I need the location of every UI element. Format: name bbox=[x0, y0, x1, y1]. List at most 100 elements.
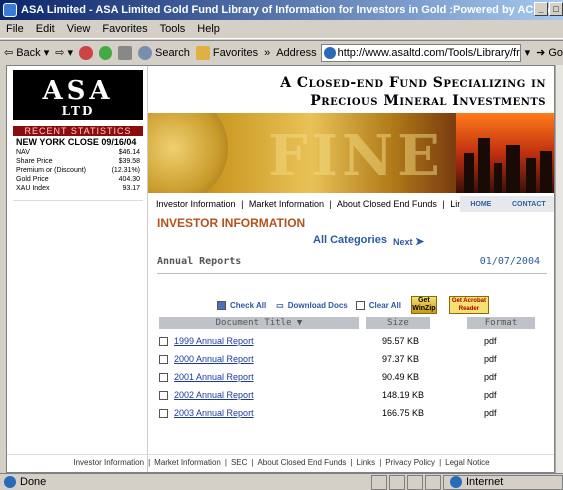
section-title: INVESTOR INFORMATION bbox=[157, 216, 306, 230]
stop-icon[interactable] bbox=[78, 45, 93, 60]
statusbar: Done Internet bbox=[0, 473, 563, 490]
row-checkbox[interactable] bbox=[159, 336, 168, 346]
dropdown-icon: ▾ bbox=[67, 47, 73, 59]
address-dropdown-icon[interactable]: ▾ bbox=[525, 46, 531, 59]
footer-privacy-policy[interactable]: Privacy Policy bbox=[385, 458, 435, 467]
status-cell bbox=[425, 474, 441, 490]
document-format: pdf bbox=[484, 354, 497, 364]
document-link[interactable]: 2003 Annual Report bbox=[174, 408, 364, 418]
document-size: 90.49 KB bbox=[382, 372, 420, 382]
stat-row: NAV $46.14 bbox=[16, 149, 140, 156]
document-size: 95.57 KB bbox=[382, 336, 420, 346]
search-button[interactable]: Search bbox=[137, 45, 190, 60]
gold-banner-image: FINE bbox=[148, 113, 554, 193]
clear-all-button[interactable]: Clear All bbox=[369, 301, 401, 310]
page-viewport: ASA LTD RECENT STATISTICS NEW YORK CLOSE… bbox=[6, 65, 555, 473]
forward-button[interactable]: ⇨ ▾ bbox=[55, 46, 73, 59]
status-cell bbox=[407, 474, 423, 490]
menu-file[interactable]: File bbox=[6, 23, 24, 35]
status-cell bbox=[389, 474, 405, 490]
download-icon: ▭ bbox=[276, 300, 284, 310]
document-size: 97.37 KB bbox=[382, 354, 420, 364]
nav-market-information[interactable]: Market Information bbox=[249, 199, 324, 209]
page-icon bbox=[323, 46, 336, 59]
city-skyline-image bbox=[456, 113, 554, 193]
document-link[interactable]: 1999 Annual Report bbox=[174, 336, 364, 346]
go-button[interactable]: ➜ Go bbox=[536, 46, 563, 60]
minimize-button[interactable]: _ bbox=[534, 2, 548, 16]
address-bar[interactable]: http://www.asaltd.com/Tools/Library/fron… bbox=[320, 43, 521, 62]
row-checkbox[interactable] bbox=[159, 390, 168, 400]
maximize-button[interactable]: □ bbox=[549, 2, 563, 16]
document-format: pdf bbox=[484, 336, 497, 346]
gold-coin-image bbox=[148, 113, 228, 193]
row-checkbox[interactable] bbox=[159, 372, 168, 382]
document-size: 148.19 KB bbox=[382, 390, 425, 400]
window-titlebar: ASA Limited - ASA Limited Gold Fund Libr… bbox=[0, 0, 563, 20]
internet-zone-icon bbox=[450, 476, 462, 488]
table-row: 2001 Annual Report 90.49 KB pdf bbox=[159, 370, 497, 384]
footer-investor-information[interactable]: Investor Information bbox=[73, 458, 144, 467]
security-zone: Internet bbox=[443, 474, 563, 490]
document-format: pdf bbox=[484, 372, 497, 382]
footer-about-closed-end-funds[interactable]: About Closed End Funds bbox=[257, 458, 346, 467]
document-link[interactable]: 2000 Annual Report bbox=[174, 354, 364, 364]
column-header-title[interactable]: Document Title ▼ bbox=[159, 317, 359, 329]
download-docs-button[interactable]: Download Docs bbox=[288, 301, 348, 310]
document-tools: Check All ▭ Download Docs Clear All Get … bbox=[217, 296, 489, 314]
table-row: 1999 Annual Report 95.57 KB pdf bbox=[159, 334, 497, 348]
check-all-button[interactable]: Check All bbox=[230, 301, 266, 310]
hero: A Closed-end Fund Specializing in Precio… bbox=[148, 66, 554, 194]
vertical-scrollbar[interactable] bbox=[555, 65, 563, 473]
document-link[interactable]: 2002 Annual Report bbox=[174, 390, 364, 400]
address-label: Address bbox=[276, 46, 317, 59]
stats-title: NEW YORK CLOSE 09/16/04 bbox=[16, 137, 137, 147]
menu-view[interactable]: View bbox=[67, 23, 91, 35]
left-column: ASA LTD RECENT STATISTICS NEW YORK CLOSE… bbox=[7, 66, 148, 472]
menu-tools[interactable]: Tools bbox=[160, 23, 186, 35]
status-cell bbox=[371, 474, 387, 490]
toolbar: ⇦ Back ▾ ⇨ ▾ Search Favorites » Address h… bbox=[0, 40, 563, 64]
footer-legal-notice[interactable]: Legal Notice bbox=[445, 458, 489, 467]
ie-icon bbox=[3, 3, 17, 17]
category-date: 01/07/2004 bbox=[479, 256, 540, 267]
chevron-icon[interactable]: » bbox=[264, 47, 270, 59]
table-row: 2002 Annual Report 148.19 KB pdf bbox=[159, 388, 497, 402]
favorites-button[interactable]: Favorites bbox=[195, 45, 258, 60]
document-format: pdf bbox=[484, 408, 497, 418]
check-all-icon bbox=[217, 300, 226, 310]
column-header-format[interactable]: Format bbox=[467, 317, 535, 329]
document-size: 166.75 KB bbox=[382, 408, 425, 418]
menu-edit[interactable]: Edit bbox=[36, 23, 55, 35]
home-icon[interactable] bbox=[118, 45, 132, 60]
fine-gold-image: FINE bbox=[268, 123, 444, 189]
footer-links[interactable]: Links bbox=[357, 458, 376, 467]
get-winzip-button[interactable]: Get WinZip bbox=[410, 296, 437, 314]
contact-link[interactable]: CONTACT bbox=[512, 201, 546, 208]
row-checkbox[interactable] bbox=[159, 354, 168, 364]
footer-market-information[interactable]: Market Information bbox=[154, 458, 221, 467]
clear-all-icon bbox=[355, 300, 365, 310]
back-button[interactable]: ⇦ Back ▾ bbox=[4, 46, 49, 60]
home-link[interactable]: HOME bbox=[470, 201, 491, 208]
menu-help[interactable]: Help bbox=[197, 23, 220, 35]
back-arrow-icon: ⇦ bbox=[4, 47, 14, 59]
row-checkbox[interactable] bbox=[159, 408, 168, 418]
forward-arrow-icon: ⇨ bbox=[55, 47, 65, 59]
stat-row: Premium or (Discount) (12.31%) bbox=[16, 167, 140, 174]
nav-about-closed-end-funds[interactable]: About Closed End Funds bbox=[337, 199, 437, 209]
column-header-size[interactable]: Size bbox=[366, 317, 430, 329]
favorites-icon bbox=[195, 45, 210, 60]
nav-investor-information[interactable]: Investor Information bbox=[156, 199, 236, 209]
document-link[interactable]: 2001 Annual Report bbox=[174, 372, 364, 382]
menu-favorites[interactable]: Favorites bbox=[102, 23, 147, 35]
all-categories-link[interactable]: All Categories bbox=[313, 234, 387, 246]
get-acrobat-button[interactable]: Get Acrobat Reader bbox=[448, 296, 489, 314]
refresh-icon[interactable] bbox=[98, 45, 113, 60]
footer-sec[interactable]: SEC bbox=[231, 458, 247, 467]
next-link[interactable]: Next ➤ bbox=[393, 235, 424, 248]
menubar: File Edit View Favorites Tools Help bbox=[0, 20, 563, 39]
category-title: Annual Reports bbox=[157, 256, 242, 267]
recent-statistics: RECENT STATISTICS NEW YORK CLOSE 09/16/0… bbox=[13, 120, 143, 198]
status-text: Done bbox=[20, 476, 47, 488]
